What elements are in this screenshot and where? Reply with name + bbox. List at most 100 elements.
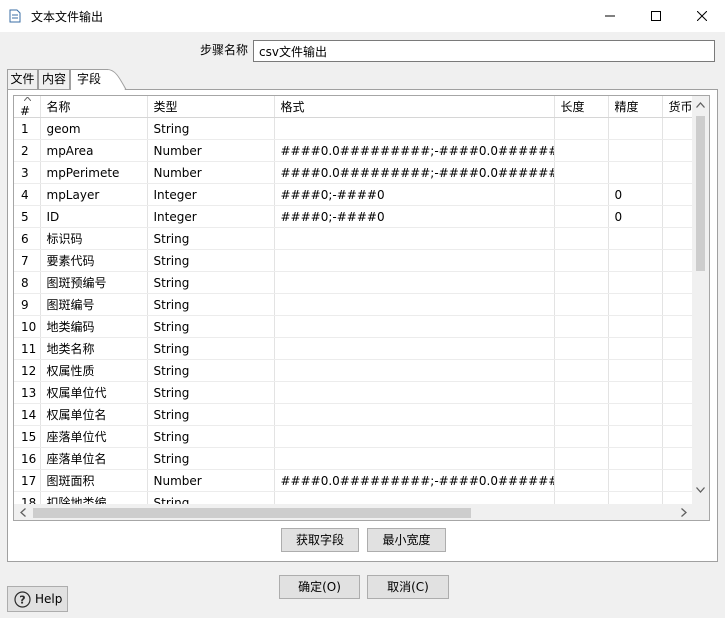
cell-type[interactable]: String [147, 337, 275, 360]
tab-file[interactable]: 文件 [7, 69, 38, 89]
cell-type[interactable]: Integer [147, 205, 275, 228]
cell-number[interactable]: 11 [14, 337, 41, 360]
table-row[interactable]: 10 地类编码 String [14, 315, 692, 338]
column-header-currency[interactable]: 货币 [662, 96, 692, 118]
cell-currency[interactable] [662, 183, 692, 206]
cell-length[interactable] [554, 249, 609, 272]
cell-length[interactable] [554, 469, 609, 492]
table-row[interactable]: 12 权属性质 String [14, 359, 692, 382]
column-header-format[interactable]: 格式 [274, 96, 555, 118]
cell-length[interactable] [554, 315, 609, 338]
cell-format[interactable] [274, 447, 555, 470]
cell-number[interactable]: 4 [14, 183, 41, 206]
vertical-scroll-thumb[interactable] [696, 116, 705, 271]
cell-length[interactable] [554, 117, 609, 140]
cell-type[interactable]: String [147, 117, 275, 140]
table-row[interactable]: 4 mpLayer Integer ####0;-####0 0 [14, 183, 692, 206]
cell-precision[interactable] [608, 161, 663, 184]
cell-number[interactable]: 14 [14, 403, 41, 426]
cell-format[interactable] [274, 271, 555, 294]
cell-type[interactable]: String [147, 403, 275, 426]
cell-length[interactable] [554, 183, 609, 206]
cell-currency[interactable] [662, 293, 692, 316]
cell-length[interactable] [554, 161, 609, 184]
cell-currency[interactable] [662, 271, 692, 294]
cancel-button[interactable]: 取消(C) [367, 575, 449, 599]
cell-name[interactable]: geom [40, 117, 148, 140]
cell-number[interactable]: 5 [14, 205, 41, 228]
table-row[interactable]: 7 要素代码 String [14, 249, 692, 272]
cell-type[interactable]: Number [147, 161, 275, 184]
cell-name[interactable]: 地类名称 [40, 337, 148, 360]
cell-format[interactable] [274, 315, 555, 338]
column-header-name[interactable]: 名称 [40, 96, 148, 118]
cell-length[interactable] [554, 337, 609, 360]
column-header-precision[interactable]: 精度 [608, 96, 663, 118]
cell-format[interactable]: ####0.0#########;-####0.0######### [274, 469, 555, 492]
cell-name[interactable]: 标识码 [40, 227, 148, 250]
cell-type[interactable]: Number [147, 139, 275, 162]
cell-number[interactable]: 10 [14, 315, 41, 338]
cell-precision[interactable] [608, 271, 663, 294]
cell-currency[interactable] [662, 425, 692, 448]
cell-name[interactable]: 权属单位代 [40, 381, 148, 404]
cell-name[interactable]: mpArea [40, 139, 148, 162]
cell-currency[interactable] [662, 337, 692, 360]
cell-name[interactable]: 图斑预编号 [40, 271, 148, 294]
cell-name[interactable]: 图斑面积 [40, 469, 148, 492]
column-header-number[interactable]: # [14, 96, 41, 118]
cell-precision[interactable] [608, 403, 663, 426]
cell-length[interactable] [554, 293, 609, 316]
cell-currency[interactable] [662, 381, 692, 404]
cell-currency[interactable] [662, 249, 692, 272]
cell-length[interactable] [554, 139, 609, 162]
cell-name[interactable]: ID [40, 205, 148, 228]
table-row[interactable]: 3 mpPerimete Number ####0.0#########;-####0… [14, 161, 692, 184]
cell-number[interactable]: 1 [14, 117, 41, 140]
cell-currency[interactable] [662, 491, 692, 504]
table-row[interactable]: 17 图斑面积 Number ####0.0#########;-####0.0###… [14, 469, 692, 492]
cell-format[interactable] [274, 227, 555, 250]
cell-currency[interactable] [662, 139, 692, 162]
cell-format[interactable] [274, 491, 555, 504]
cell-format[interactable]: ####0.0#########;-####0.0######### [274, 161, 555, 184]
cell-precision[interactable] [608, 425, 663, 448]
table-row[interactable]: 2 mpArea Number ####0.0#########;-####0.0##… [14, 139, 692, 162]
cell-precision[interactable] [608, 227, 663, 250]
cell-length[interactable] [554, 271, 609, 294]
cell-length[interactable] [554, 491, 609, 504]
cell-precision[interactable] [608, 337, 663, 360]
cell-type[interactable]: String [147, 359, 275, 382]
cell-length[interactable] [554, 447, 609, 470]
cell-length[interactable] [554, 359, 609, 382]
cell-format[interactable] [274, 359, 555, 382]
scroll-left-icon[interactable] [20, 508, 26, 517]
cell-currency[interactable] [662, 117, 692, 140]
cell-precision[interactable]: 0 [608, 205, 663, 228]
maximize-button[interactable] [633, 0, 679, 32]
minimal-width-button[interactable]: 最小宽度 [367, 528, 446, 552]
table-row[interactable]: 18 扣除地类编 String [14, 491, 692, 504]
table-row[interactable]: 15 座落单位代 String [14, 425, 692, 448]
cell-name[interactable]: 地类编码 [40, 315, 148, 338]
cell-precision[interactable] [608, 139, 663, 162]
cell-precision[interactable] [608, 117, 663, 140]
cell-format[interactable] [274, 381, 555, 404]
cell-number[interactable]: 7 [14, 249, 41, 272]
cell-format[interactable]: ####0;-####0 [274, 205, 555, 228]
cell-number[interactable]: 2 [14, 139, 41, 162]
table-row[interactable]: 14 权属单位名 String [14, 403, 692, 426]
cell-name[interactable]: 座落单位代 [40, 425, 148, 448]
table-row[interactable]: 13 权属单位代 String [14, 381, 692, 404]
cell-currency[interactable] [662, 447, 692, 470]
cell-precision[interactable] [608, 381, 663, 404]
tab-fields[interactable]: 字段 [70, 69, 127, 90]
cell-type[interactable]: Number [147, 469, 275, 492]
scroll-down-icon[interactable] [696, 487, 705, 493]
minimize-button[interactable] [587, 0, 633, 32]
cell-number[interactable]: 8 [14, 271, 41, 294]
close-button[interactable] [679, 0, 725, 32]
cell-length[interactable] [554, 425, 609, 448]
table-row[interactable]: 5 ID Integer ####0;-####0 0 [14, 205, 692, 228]
cell-format[interactable] [274, 425, 555, 448]
